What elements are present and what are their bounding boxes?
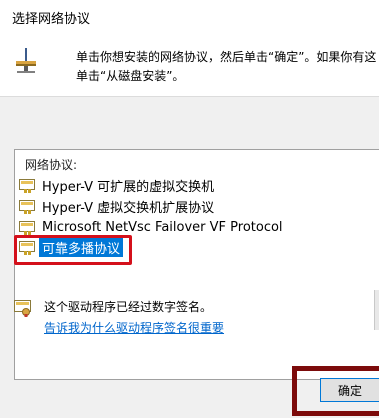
certificate-icon (14, 299, 32, 317)
title-bar[interactable]: 选择网络协议 (0, 0, 379, 34)
network-protocol-icon (14, 48, 38, 74)
signature-info-link[interactable]: 告诉我为什么驱动程序签名很重要 (44, 319, 224, 336)
side-edge (374, 290, 379, 330)
list-item-label: Microsoft NetVsc Failover VF Protocol (42, 220, 283, 235)
list-header: 网络协议: (25, 158, 78, 172)
protocol-icon (19, 178, 36, 194)
protocol-icon (19, 220, 36, 236)
annotation-highlight-selected-item (14, 235, 132, 265)
signature-status-text: 这个驱动程序已经过数字签名。 (44, 300, 213, 314)
protocol-icon (19, 199, 36, 215)
list-item-hyperv-switch[interactable]: Hyper-V 可扩展的虚拟交换机 (19, 176, 217, 195)
list-item-hyperv-extension[interactable]: Hyper-V 虚拟交换机扩展协议 (19, 197, 217, 216)
instruction-line-2: 单击“从磁盘安装”。 (76, 69, 185, 83)
list-item-label: Hyper-V 可扩展的虚拟交换机 (42, 180, 215, 195)
window-title: 选择网络协议 (12, 12, 91, 27)
list-item-label: Hyper-V 虚拟交换机扩展协议 (42, 201, 215, 216)
instruction-line-1: 单击你想安装的网络协议，然后单击“确定”。如果你有这 (76, 50, 376, 64)
instruction-area: 单击你想安装的网络协议，然后单击“确定”。如果你有这 单击“从磁盘安装”。 (0, 34, 379, 96)
annotation-highlight-ok-button (292, 366, 379, 416)
instruction-text: 单击你想安装的网络协议，然后单击“确定”。如果你有这 单击“从磁盘安装”。 (76, 48, 376, 86)
